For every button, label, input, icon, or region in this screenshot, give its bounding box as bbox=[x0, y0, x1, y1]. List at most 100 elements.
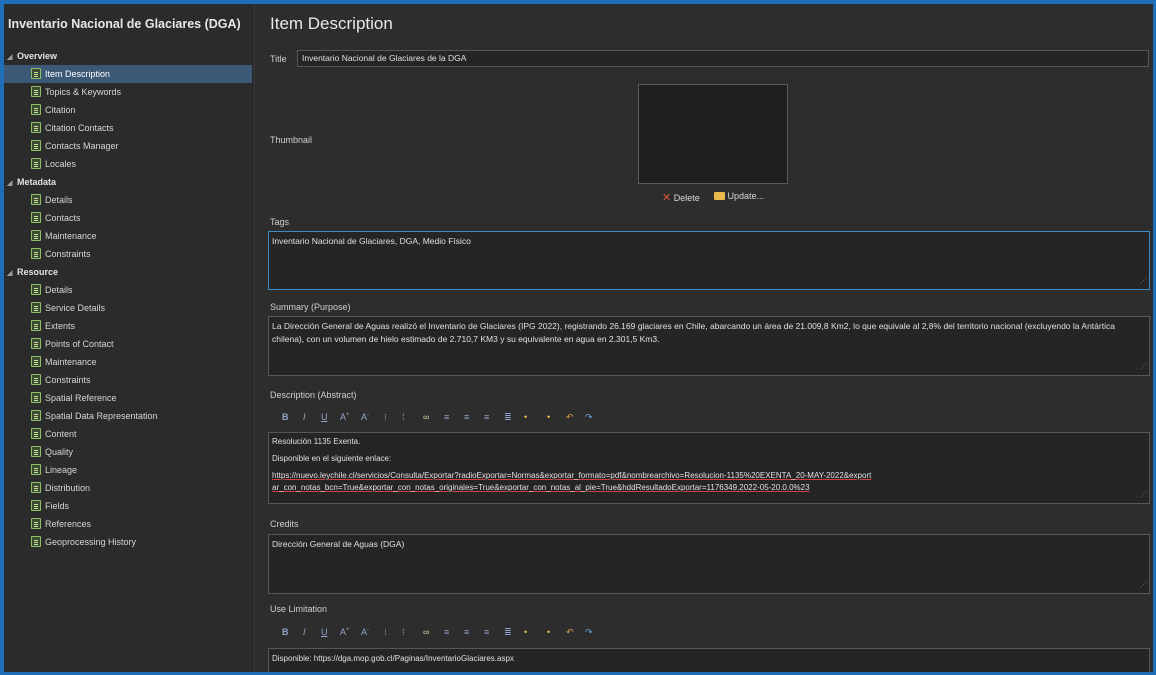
tree-item-locales[interactable]: Locales bbox=[4, 155, 254, 173]
tree-item-maintenance[interactable]: Maintenance bbox=[4, 227, 254, 245]
underline-icon[interactable]: U bbox=[321, 412, 328, 422]
form-page-icon bbox=[31, 194, 41, 205]
form-page-icon bbox=[31, 374, 41, 385]
resize-grip-icon[interactable]: ⋰ bbox=[1140, 275, 1147, 288]
description-line: Disponible en el siguiente enlace: bbox=[272, 454, 392, 463]
tree-item-spatial-reference[interactable]: Spatial Reference bbox=[4, 389, 254, 407]
tree-item-label: Topics & Keywords bbox=[45, 87, 122, 97]
tree-item-label: Lineage bbox=[45, 465, 78, 475]
summary-field[interactable]: La Dirección General de Aguas realizó el… bbox=[268, 316, 1150, 376]
tree-item-maintenance[interactable]: Maintenance bbox=[4, 353, 254, 371]
use-limitation-toolbar: B I U A+ A- ⁝ ⁞ ∞ ≡ ≡ ≡ ≣ • • ↶ ↷ bbox=[268, 623, 1150, 643]
tree-item-details[interactable]: Details bbox=[4, 191, 254, 209]
font-shrink-icon[interactable]: A- bbox=[361, 627, 369, 637]
tree-item-points-of-contact[interactable]: Points of Contact bbox=[4, 335, 254, 353]
summary-value: La Dirección General de Aguas realizó el… bbox=[272, 321, 1115, 344]
form-page-icon bbox=[31, 356, 41, 367]
tree-item-citation[interactable]: Citation bbox=[4, 101, 254, 119]
justify-icon[interactable]: ≣ bbox=[504, 412, 512, 423]
insert-icon[interactable]: • bbox=[524, 412, 527, 422]
resize-grip-icon[interactable]: ⋰ bbox=[1140, 579, 1147, 592]
tree-item-contacts-manager[interactable]: Contacts Manager bbox=[4, 137, 254, 155]
thumbnail-image[interactable] bbox=[638, 84, 788, 184]
resize-grip-icon[interactable]: ⋰ bbox=[1140, 490, 1147, 502]
align-left-icon[interactable]: ≡ bbox=[444, 627, 449, 637]
tree-group-resource[interactable]: ◢ Resource bbox=[4, 263, 254, 281]
clear-icon[interactable]: • bbox=[547, 627, 550, 637]
tree-group-metadata[interactable]: ◢ Metadata bbox=[4, 173, 254, 191]
update-button[interactable]: Update... bbox=[714, 191, 764, 201]
form-page-icon bbox=[31, 122, 41, 133]
numbered-list-icon[interactable]: ⁞ bbox=[402, 412, 405, 422]
update-label: Update... bbox=[727, 191, 765, 201]
tree-item-extents[interactable]: Extents bbox=[4, 317, 254, 335]
tree-item-constraints[interactable]: Constraints bbox=[4, 245, 254, 263]
tree-item-contacts[interactable]: Contacts bbox=[4, 209, 254, 227]
close-icon: ✕ bbox=[662, 192, 672, 204]
link-icon[interactable]: ∞ bbox=[423, 412, 429, 422]
italic-icon[interactable]: I bbox=[303, 627, 306, 637]
align-center-icon[interactable]: ≡ bbox=[464, 412, 469, 422]
tree-item-geoprocessing-history[interactable]: Geoprocessing History bbox=[4, 533, 254, 551]
tree-group-overview[interactable]: ◢ Overview bbox=[4, 47, 254, 65]
underline-icon[interactable]: U bbox=[321, 627, 328, 637]
credits-label: Credits bbox=[270, 519, 299, 529]
numbered-list-icon[interactable]: ⁞ bbox=[402, 627, 405, 637]
redo-icon[interactable]: ↷ bbox=[585, 627, 593, 638]
bold-icon[interactable]: B bbox=[282, 412, 289, 422]
delete-button[interactable]: ✕ Delete bbox=[662, 191, 700, 204]
tree-item-lineage[interactable]: Lineage bbox=[4, 461, 254, 479]
description-link[interactable]: https://nuevo.leychile.cl/servicios/Cons… bbox=[272, 470, 872, 494]
credits-field[interactable]: Dirección General de Aguas (DGA) ⋰ bbox=[268, 534, 1150, 594]
tree-item-fields[interactable]: Fields bbox=[4, 497, 254, 515]
description-toolbar: B I U A+ A- ⁝ ⁞ ∞ ≡ ≡ ≡ ≣ • • ↶ ↷ bbox=[268, 408, 1150, 428]
tree-item-quality[interactable]: Quality bbox=[4, 443, 254, 461]
tree-item-distribution[interactable]: Distribution bbox=[4, 479, 254, 497]
app-title: Inventario Nacional de Glaciares (DGA) bbox=[8, 17, 241, 31]
font-grow-icon[interactable]: A+ bbox=[340, 627, 350, 637]
bullet-list-icon[interactable]: ⁝ bbox=[384, 412, 387, 423]
tree-group-label: Overview bbox=[17, 51, 58, 61]
align-center-icon[interactable]: ≡ bbox=[464, 627, 469, 637]
form-page-icon bbox=[31, 464, 41, 475]
tree-item-spatial-data-representation[interactable]: Spatial Data Representation bbox=[4, 407, 254, 425]
tree-item-content[interactable]: Content bbox=[4, 425, 254, 443]
credits-value: Dirección General de Aguas (DGA) bbox=[272, 539, 405, 549]
align-left-icon[interactable]: ≡ bbox=[444, 412, 449, 422]
tree-item-details[interactable]: Details bbox=[4, 281, 254, 299]
tags-field[interactable]: Inventario Nacional de Glaciares, DGA, M… bbox=[268, 231, 1150, 290]
metadata-window: Inventario Nacional de Glaciares (DGA) ◢… bbox=[4, 4, 1153, 672]
redo-icon[interactable]: ↷ bbox=[585, 412, 593, 423]
bullet-list-icon[interactable]: ⁝ bbox=[384, 627, 387, 638]
tree-item-item-description[interactable]: Item Description bbox=[4, 65, 252, 83]
tree-item-citation-contacts[interactable]: Citation Contacts bbox=[4, 119, 254, 137]
title-input[interactable]: Inventario Nacional de Glaciares de la D… bbox=[297, 50, 1149, 67]
description-field[interactable]: Resolución 1135 Exenta. Disponible en el… bbox=[268, 432, 1150, 504]
resize-grip-icon[interactable]: ⋰ bbox=[1140, 361, 1147, 374]
tree-item-references[interactable]: References bbox=[4, 515, 254, 533]
undo-icon[interactable]: ↶ bbox=[566, 412, 574, 423]
form-page-icon bbox=[31, 104, 41, 115]
tree-item-service-details[interactable]: Service Details bbox=[4, 299, 254, 317]
italic-icon[interactable]: I bbox=[303, 412, 306, 422]
bold-icon[interactable]: B bbox=[282, 627, 289, 637]
font-shrink-icon[interactable]: A- bbox=[361, 412, 369, 422]
use-limitation-value: Disponible: https://dga.mop.gob.cl/Pagin… bbox=[272, 654, 514, 663]
insert-icon[interactable]: • bbox=[524, 627, 527, 637]
clear-icon[interactable]: • bbox=[547, 412, 550, 422]
link-icon[interactable]: ∞ bbox=[423, 627, 429, 637]
form-page-icon bbox=[31, 518, 41, 529]
tree-item-label: Citation Contacts bbox=[45, 123, 114, 133]
font-grow-icon[interactable]: A+ bbox=[340, 412, 350, 422]
use-limitation-field[interactable]: Disponible: https://dga.mop.gob.cl/Pagin… bbox=[268, 648, 1150, 672]
tree-item-label: Item Description bbox=[45, 69, 111, 79]
justify-icon[interactable]: ≣ bbox=[504, 627, 512, 638]
tree-item-topics-keywords[interactable]: Topics & Keywords bbox=[4, 83, 254, 101]
align-right-icon[interactable]: ≡ bbox=[484, 412, 489, 422]
tree-item-label: Citation bbox=[45, 105, 76, 115]
undo-icon[interactable]: ↶ bbox=[566, 627, 574, 638]
align-right-icon[interactable]: ≡ bbox=[484, 627, 489, 637]
tree-item-constraints[interactable]: Constraints bbox=[4, 371, 254, 389]
title-label: Title bbox=[270, 54, 287, 64]
form-page-icon bbox=[31, 140, 41, 151]
